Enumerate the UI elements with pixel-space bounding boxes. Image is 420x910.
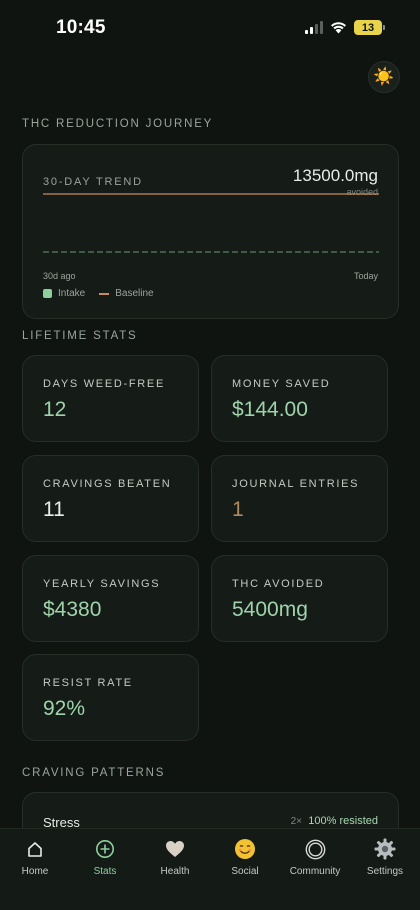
bottom-tab-bar: Home Stats Health Social Community Setti… — [0, 828, 420, 910]
stat-label: MONEY SAVED — [232, 378, 331, 390]
theme-toggle-button[interactable]: ☀️ — [368, 61, 400, 93]
status-time: 10:45 — [56, 17, 106, 38]
stat-value: 11 — [43, 498, 65, 521]
sun-icon: ☀️ — [373, 67, 395, 86]
trend-chart — [43, 193, 379, 253]
trend-card: 30-DAY TREND 13500.0mg avoided 30d ago T… — [22, 144, 399, 319]
cellular-signal-icon — [305, 21, 323, 34]
wifi-icon — [330, 21, 347, 34]
home-icon — [27, 837, 43, 861]
stat-card-journal-entries: JOURNAL ENTRIES 1 — [211, 455, 388, 542]
stat-card-cravings-beaten: CRAVINGS BEATEN 11 — [22, 455, 199, 542]
status-bar: 10:45 13 — [0, 0, 420, 56]
tab-stats[interactable]: Stats — [70, 829, 140, 910]
legend-baseline-line — [99, 292, 110, 295]
tab-label: Social — [231, 866, 259, 877]
stats-icon — [95, 837, 115, 861]
stat-card-thc-avoided: THC AVOIDED 5400mg — [211, 555, 388, 642]
tab-label: Home — [21, 866, 49, 877]
stat-value: 5400mg — [232, 598, 308, 621]
tab-label: Stats — [93, 866, 117, 877]
status-icons: 13 — [305, 20, 385, 35]
lifetime-section-title: LIFETIME STATS — [22, 330, 138, 342]
axis-end-label: Today — [353, 271, 378, 281]
total-avoided-value: 13500.0mg — [292, 166, 378, 185]
tab-label: Settings — [366, 866, 404, 877]
journey-section-title: THC REDUCTION JOURNEY — [22, 118, 214, 130]
stat-value: 1 — [232, 498, 244, 521]
stat-label: THC AVOIDED — [232, 578, 325, 590]
stat-label: JOURNAL ENTRIES — [232, 478, 360, 490]
stat-label: YEARLY SAVINGS — [43, 578, 161, 590]
trend-label: 30-DAY TREND — [43, 176, 143, 188]
stat-label: CRAVINGS BEATEN — [43, 478, 172, 490]
tab-label: Health — [160, 866, 190, 877]
chart-legend: Intake Baseline — [43, 288, 154, 299]
stat-value: $144.00 — [232, 398, 308, 421]
legend-intake-swatch — [43, 289, 52, 298]
battery-level: 13 — [361, 21, 375, 34]
circle-icon — [305, 837, 326, 861]
tab-community[interactable]: Community — [280, 829, 350, 910]
tab-social[interactable]: Social — [210, 829, 280, 910]
stat-value: 12 — [43, 398, 67, 421]
legend-intake-label: Intake — [58, 288, 86, 299]
tab-health[interactable]: Health — [140, 829, 210, 910]
smile-icon — [234, 837, 256, 861]
stat-card-resist-rate: RESIST RATE 92% — [22, 654, 199, 741]
stat-card-yearly-savings: YEARLY SAVINGS $4380 — [22, 555, 199, 642]
stat-value: $4380 — [43, 598, 102, 621]
stat-value: 92% — [43, 697, 86, 720]
axis-start-label: 30d ago — [43, 271, 76, 281]
stat-label: DAYS WEED-FREE — [43, 378, 165, 390]
battery-icon: 13 — [354, 20, 385, 35]
pattern-resist-rate: 100% resisted — [308, 815, 378, 827]
stat-card-days-weed-free: DAYS WEED-FREE 12 — [22, 355, 199, 442]
patterns-section-title: CRAVING PATTERNS — [22, 767, 166, 779]
pattern-count: 2× — [290, 816, 302, 827]
legend-baseline-label: Baseline — [115, 288, 154, 299]
stat-label: RESIST RATE — [43, 677, 133, 689]
tab-home[interactable]: Home — [0, 829, 70, 910]
stat-card-money-saved: MONEY SAVED $144.00 — [211, 355, 388, 442]
heart-icon — [165, 837, 185, 861]
tab-settings[interactable]: Settings — [350, 829, 420, 910]
gear-icon — [374, 837, 396, 861]
tab-label: Community — [289, 866, 341, 877]
